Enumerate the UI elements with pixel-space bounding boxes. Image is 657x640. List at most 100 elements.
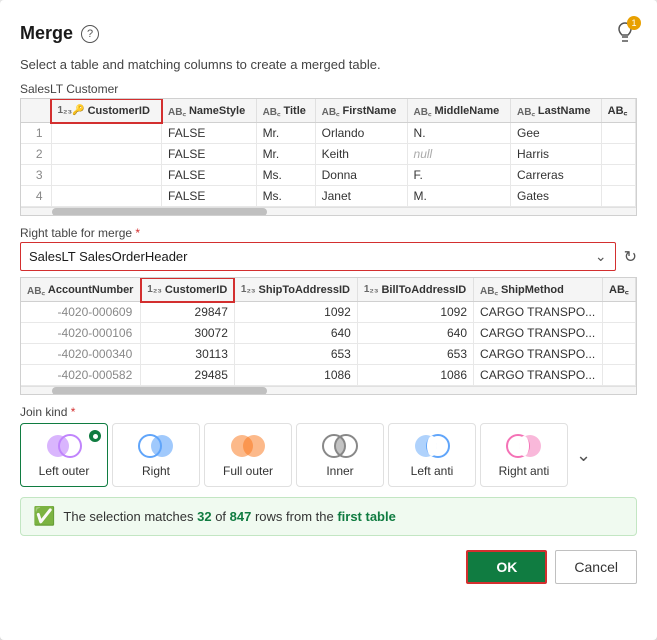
- left-anti-label: Left anti: [411, 464, 454, 478]
- col-header-accountnumber[interactable]: AB꜀ AccountNumber: [21, 278, 141, 302]
- join-option-left-outer[interactable]: Left outer: [20, 423, 108, 487]
- right-table-dropdown[interactable]: SalesLT SalesOrderHeader ⌄: [20, 242, 616, 271]
- bottom-table-scroll[interactable]: AB꜀ AccountNumber 1₂₃ CustomerID: [21, 278, 636, 386]
- join-required-star: *: [71, 405, 76, 419]
- middlename-type-icon: AB꜀: [414, 104, 432, 118]
- join-option-right-anti[interactable]: Right anti: [480, 423, 568, 487]
- notification-icon[interactable]: 1: [613, 20, 637, 47]
- cell-custid-b3: 30113: [141, 344, 235, 365]
- table-row: -4020-000106 30072 640 640 CARGO TRANSPO…: [21, 323, 636, 344]
- cell-method-b2: CARGO TRANSPO...: [474, 323, 603, 344]
- status-table-ref: first table: [337, 509, 396, 524]
- join-option-right[interactable]: Right: [112, 423, 200, 487]
- shiptoaddressid-type-icon: 1₂₃: [241, 284, 256, 295]
- selected-indicator: [89, 430, 101, 442]
- lastname-col-label: LastName: [538, 105, 591, 117]
- cell-extra-b2: [603, 323, 636, 344]
- cell-bill-b2: 640: [357, 323, 473, 344]
- row-num: 1: [21, 123, 51, 144]
- cell-account-3: -4020-000340: [21, 344, 141, 365]
- col-header-title[interactable]: AB꜀ Title: [256, 99, 315, 123]
- customerid-type-icon: 1₂₃🔑: [58, 105, 85, 116]
- join-options-container: Left outer Right Full outer: [20, 423, 637, 487]
- customerid-col-label: CustomerID: [88, 105, 150, 117]
- cell-customerid-3: [51, 165, 162, 186]
- merge-dialog: Merge ? 1 Select a table and matching co…: [0, 0, 657, 640]
- bottom-table: AB꜀ AccountNumber 1₂₃ CustomerID: [21, 278, 636, 386]
- right-anti-icon: [504, 432, 544, 460]
- customerid-bottom-type-icon: 1₂₃: [147, 284, 162, 295]
- inner-icon: [320, 432, 360, 460]
- cell-bill-b4: 1086: [357, 365, 473, 386]
- col-header-more-bottom: AB꜀: [603, 278, 636, 302]
- help-icon[interactable]: ?: [81, 25, 99, 43]
- dialog-header: Merge ? 1: [20, 20, 637, 47]
- cell-ship-b2: 640: [234, 323, 357, 344]
- top-table-hscrollbar[interactable]: [21, 207, 636, 215]
- cell-extra-b3: [603, 344, 636, 365]
- col-header-firstname[interactable]: AB꜀ FirstName: [315, 99, 407, 123]
- status-check-icon: ✅: [33, 506, 55, 527]
- cell-extra-b4: [603, 365, 636, 386]
- col-header-middlename[interactable]: AB꜀ MiddleName: [407, 99, 510, 123]
- right-icon: [136, 432, 176, 460]
- cell-title-4: Ms.: [256, 186, 315, 207]
- join-option-full-outer[interactable]: Full outer: [204, 423, 292, 487]
- cell-lastname-2: Harris: [511, 144, 602, 165]
- col-header-shiptoaddressid[interactable]: 1₂₃ ShipToAddressID: [234, 278, 357, 302]
- col-header-billtoaddressid[interactable]: 1₂₃ BillToAddressID: [357, 278, 473, 302]
- cell-firstname-1: Orlando: [315, 123, 407, 144]
- right-table-label: Right table for merge *: [20, 226, 637, 240]
- cell-account-4: -4020-000582: [21, 365, 141, 386]
- col-header-lastname[interactable]: AB꜀ LastName: [511, 99, 602, 123]
- top-table-hscrollbar-thumb[interactable]: [52, 208, 267, 216]
- top-table: 1₂₃🔑 CustomerID AB꜀ NameStyle: [21, 99, 636, 207]
- ok-button[interactable]: OK: [466, 550, 547, 584]
- top-table-container: 1₂₃🔑 CustomerID AB꜀ NameStyle: [20, 98, 637, 216]
- cell-custid-b1: 29847: [141, 302, 235, 323]
- cell-customerid-1: [51, 123, 162, 144]
- cell-middlename-3: F.: [407, 165, 510, 186]
- row-num-header: [21, 99, 51, 123]
- col-header-namestyle[interactable]: AB꜀ NameStyle: [162, 99, 257, 123]
- inner-label: Inner: [326, 464, 353, 478]
- col-header-more-top: AB꜀: [601, 99, 635, 123]
- bottom-table-hscrollbar[interactable]: [21, 386, 636, 394]
- namestyle-type-icon: AB꜀: [168, 104, 186, 118]
- bottom-table-container: AB꜀ AccountNumber 1₂₃ CustomerID: [20, 277, 637, 395]
- join-option-left-anti[interactable]: Left anti: [388, 423, 476, 487]
- cell-ship-b3: 653: [234, 344, 357, 365]
- accountnumber-type-icon: AB꜀: [27, 283, 45, 297]
- cell-title-3: Ms.: [256, 165, 315, 186]
- full-outer-label: Full outer: [223, 464, 273, 478]
- cell-extra-4: [601, 186, 635, 207]
- join-more-button[interactable]: ⌄: [572, 441, 595, 470]
- cell-firstname-4: Janet: [315, 186, 407, 207]
- cell-lastname-4: Gates: [511, 186, 602, 207]
- middlename-col-label: MiddleName: [434, 105, 499, 117]
- col-header-customerid-bottom[interactable]: 1₂₃ CustomerID: [141, 278, 235, 302]
- cell-namestyle-4: FALSE: [162, 186, 257, 207]
- status-middle: of: [212, 509, 230, 524]
- right-table-controls: SalesLT SalesOrderHeader ⌄ ↻: [20, 242, 637, 271]
- title-row: Merge ?: [20, 23, 99, 44]
- left-anti-icon: [412, 432, 452, 460]
- table-row: -4020-000340 30113 653 653 CARGO TRANSPO…: [21, 344, 636, 365]
- notification-badge: 1: [627, 16, 641, 30]
- table-row: -4020-000609 29847 1092 1092 CARGO TRANS…: [21, 302, 636, 323]
- cell-title-2: Mr.: [256, 144, 315, 165]
- col-header-customerid-top[interactable]: 1₂₃🔑 CustomerID: [51, 99, 162, 123]
- col-header-shipmethod[interactable]: AB꜀ ShipMethod: [474, 278, 603, 302]
- dropdown-selected: SalesLT SalesOrderHeader: [29, 249, 188, 264]
- bottom-table-hscrollbar-thumb[interactable]: [52, 387, 267, 395]
- table-row: 2 FALSE Mr. Keith null Harris: [21, 144, 636, 165]
- status-total: 847: [230, 509, 252, 524]
- top-table-scroll[interactable]: 1₂₃🔑 CustomerID AB꜀ NameStyle: [21, 99, 636, 207]
- cancel-button[interactable]: Cancel: [555, 550, 637, 584]
- join-option-inner[interactable]: Inner: [296, 423, 384, 487]
- row-num: 3: [21, 165, 51, 186]
- cell-method-b1: CARGO TRANSPO...: [474, 302, 603, 323]
- table-row: 4 FALSE Ms. Janet M. Gates: [21, 186, 636, 207]
- refresh-icon[interactable]: ↻: [624, 247, 637, 267]
- cell-extra-3: [601, 165, 635, 186]
